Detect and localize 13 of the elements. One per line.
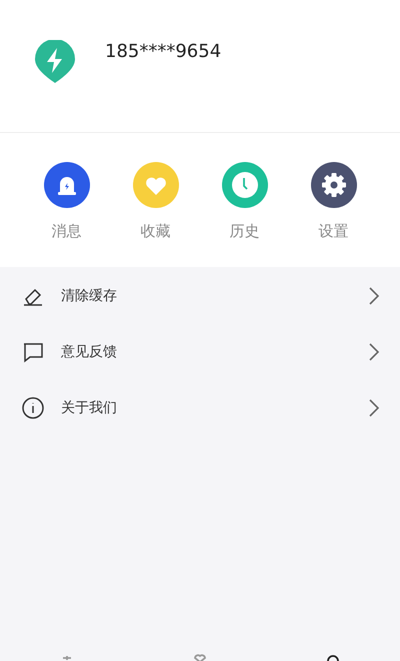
shortcut-label[interactable]: 设置: [318, 222, 348, 241]
shortcut-label[interactable]: 消息: [52, 222, 82, 241]
info-icon: [21, 396, 45, 420]
shortcut-label[interactable]: 历史: [230, 222, 260, 241]
shortcut-label[interactable]: 收藏: [140, 222, 170, 241]
chevron-right-icon: [368, 342, 380, 362]
phone-number: 185****9654: [105, 41, 222, 62]
menu-item[interactable]: 清除缓存: [61, 287, 352, 305]
menu-item[interactable]: 关于我们: [61, 399, 352, 417]
chevron-right-icon: [368, 398, 380, 418]
chevron-right-icon: [368, 286, 380, 306]
lightning-logo-icon: [35, 40, 75, 84]
menu-item[interactable]: 意见反馈: [61, 343, 352, 361]
